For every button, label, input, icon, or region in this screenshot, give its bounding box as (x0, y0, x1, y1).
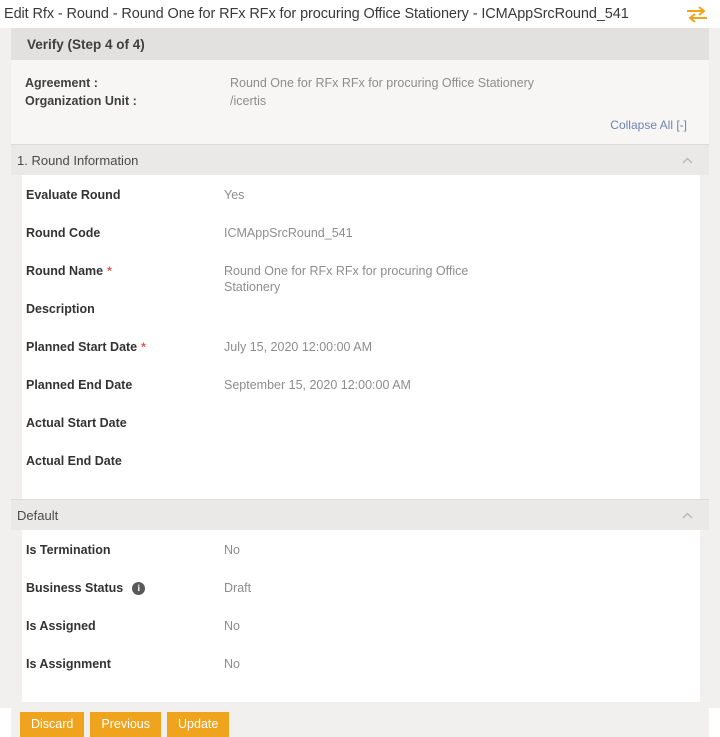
field-label-text: Planned End Date (26, 377, 132, 393)
step-indicator-bar: Verify (Step 4 of 4) (11, 28, 709, 60)
field-label-text: Actual End Date (26, 453, 122, 469)
field-row-round-name: Round Name* Round One for RFx RFx for pr… (22, 263, 700, 301)
step-label: Verify (Step 4 of 4) (27, 37, 145, 52)
organization-unit-label: Organization Unit : (25, 94, 230, 108)
agreement-label: Agreement : (25, 76, 230, 90)
field-label: Planned Start Date* (26, 339, 224, 355)
section-body-default: Is Termination No Business Status i Draft… (22, 530, 700, 702)
section-title: 1. Round Information (17, 153, 138, 168)
form-action-bar: Discard Previous Update (11, 702, 709, 737)
page-shell: Verify (Step 4 of 4) Agreement : Round O… (0, 28, 720, 708)
previous-button[interactable]: Previous (90, 712, 161, 737)
field-value: Draft (224, 580, 251, 596)
field-row-evaluate-round: Evaluate Round Yes (22, 187, 700, 225)
field-label-text: Actual Start Date (26, 415, 127, 431)
section-title: Default (17, 508, 58, 523)
meta-row: Agreement : Round One for RFx RFx for pr… (11, 76, 709, 94)
field-value: No (224, 656, 240, 672)
agreement-value: Round One for RFx RFx for procuring Offi… (230, 76, 534, 90)
required-asterisk: * (141, 339, 146, 355)
field-value: No (224, 542, 240, 558)
required-asterisk: * (107, 263, 112, 279)
field-label-text: Evaluate Round (26, 187, 120, 203)
field-value: ICMAppSrcRound_541 (224, 225, 353, 241)
field-label: Evaluate Round (26, 187, 224, 203)
organization-unit-value: /icertis (230, 94, 266, 108)
field-label-text: Business Status (26, 580, 123, 596)
field-row-is-termination: Is Termination No (22, 542, 700, 580)
field-row-actual-end-date: Actual End Date (22, 453, 700, 491)
field-row-planned-start-date: Planned Start Date* July 15, 2020 12:00:… (22, 339, 700, 377)
field-label: Description (26, 301, 224, 317)
section-header-round-information[interactable]: 1. Round Information (11, 145, 709, 175)
field-label: Actual Start Date (26, 415, 224, 431)
meta-row: Organization Unit : /icertis (11, 94, 709, 112)
field-label: Is Assigned (26, 618, 224, 634)
chevron-up-icon[interactable] (682, 157, 693, 164)
field-row-round-code: Round Code ICMAppSrcRound_541 (22, 225, 700, 263)
field-value: Yes (224, 187, 244, 203)
field-label: Actual End Date (26, 453, 224, 469)
info-icon[interactable]: i (132, 582, 145, 595)
field-label: Round Name* (26, 263, 224, 279)
update-button[interactable]: Update (167, 712, 229, 737)
field-value: July 15, 2020 12:00:00 AM (224, 339, 372, 355)
field-row-actual-start-date: Actual Start Date (22, 415, 700, 453)
field-label-text: Is Assigned (26, 618, 96, 634)
collapse-all-row: Collapse All [-] (11, 112, 709, 138)
collapse-all-link[interactable]: Collapse All [-] (610, 118, 687, 132)
field-row-description: Description (22, 301, 700, 339)
field-value: No (224, 618, 240, 634)
field-label-text: Round Name (26, 263, 103, 279)
chevron-up-icon[interactable] (682, 512, 693, 519)
field-label: Is Assignment (26, 656, 224, 672)
field-row-is-assignment: Is Assignment No (22, 656, 700, 694)
field-label: Round Code (26, 225, 224, 241)
field-label: Is Termination (26, 542, 224, 558)
discard-button[interactable]: Discard (20, 712, 84, 737)
field-label-text: Description (26, 301, 95, 317)
page-title: Edit Rfx - Round - Round One for RFx RFx… (4, 6, 629, 22)
section-body-round-information: Evaluate Round Yes Round Code ICMAppSrcR… (22, 175, 700, 499)
field-row-business-status: Business Status i Draft (22, 580, 700, 618)
field-label: Business Status i (26, 580, 224, 596)
field-label-text: Is Assignment (26, 656, 111, 672)
field-label-text: Round Code (26, 225, 100, 241)
field-row-planned-end-date: Planned End Date September 15, 2020 12:0… (22, 377, 700, 415)
section-header-default[interactable]: Default (11, 500, 709, 530)
field-value: September 15, 2020 12:00:00 AM (224, 377, 411, 393)
field-label-text: Planned Start Date (26, 339, 137, 355)
agreement-meta-panel: Agreement : Round One for RFx RFx for pr… (11, 60, 709, 144)
field-value: Round One for RFx RFx for procuring Offi… (224, 263, 494, 295)
swap-arrows-icon[interactable] (686, 5, 708, 23)
field-label: Planned End Date (26, 377, 224, 393)
field-label-text: Is Termination (26, 542, 111, 558)
window-title-bar: Edit Rfx - Round - Round One for RFx RFx… (0, 0, 720, 28)
field-row-is-assigned: Is Assigned No (22, 618, 700, 656)
